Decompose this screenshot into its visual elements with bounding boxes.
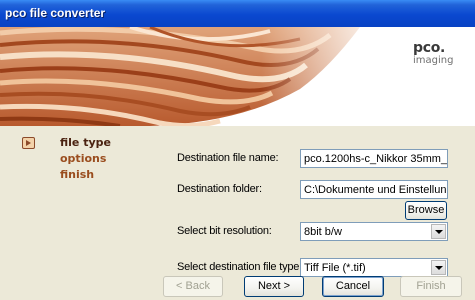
cancel-button[interactable]: Cancel <box>322 276 384 297</box>
destination-file-name-field[interactable]: pco.1200hs-c_Nikkor 35mm_30 <box>300 149 448 168</box>
bit-resolution-select[interactable]: 8bit b/w <box>300 222 448 241</box>
file-converter-window: pco file converter pco. imaging file typ… <box>0 0 475 300</box>
pco-logo: pco. imaging <box>413 41 467 66</box>
window-title: pco file converter <box>5 6 106 20</box>
brand-name: pco. <box>413 40 446 56</box>
destination-folder-field[interactable]: C:\Dokumente und Einstellunge <box>300 180 448 199</box>
back-button[interactable]: < Back <box>163 276 223 297</box>
destination-folder-label: Destination folder: <box>177 183 262 195</box>
file-type-label: Select destination file type: <box>177 261 303 273</box>
chevron-down-icon[interactable] <box>431 224 446 239</box>
destination-file-name-label: Destination file name: <box>177 152 279 164</box>
finish-button[interactable]: Finish <box>400 276 462 297</box>
chevron-down-icon[interactable] <box>431 260 446 275</box>
bit-resolution-label: Select bit resolution: <box>177 225 272 237</box>
current-step-arrow-icon <box>22 137 35 149</box>
file-type-value: Tiff File (*.tif) <box>304 262 366 274</box>
sandstone-banner-image <box>0 27 475 126</box>
step-options: options <box>60 152 107 165</box>
header-banner: pco. imaging <box>0 27 475 126</box>
brand-tagline: imaging <box>413 55 454 66</box>
step-finish: finish <box>60 168 95 181</box>
bit-resolution-value: 8bit b/w <box>304 226 342 238</box>
browse-button[interactable]: Browse <box>405 201 447 220</box>
step-file-type: file type <box>60 136 111 149</box>
file-type-select[interactable]: Tiff File (*.tif) <box>300 258 448 277</box>
title-bar[interactable]: pco file converter <box>0 0 475 27</box>
next-button[interactable]: Next > <box>244 276 304 297</box>
